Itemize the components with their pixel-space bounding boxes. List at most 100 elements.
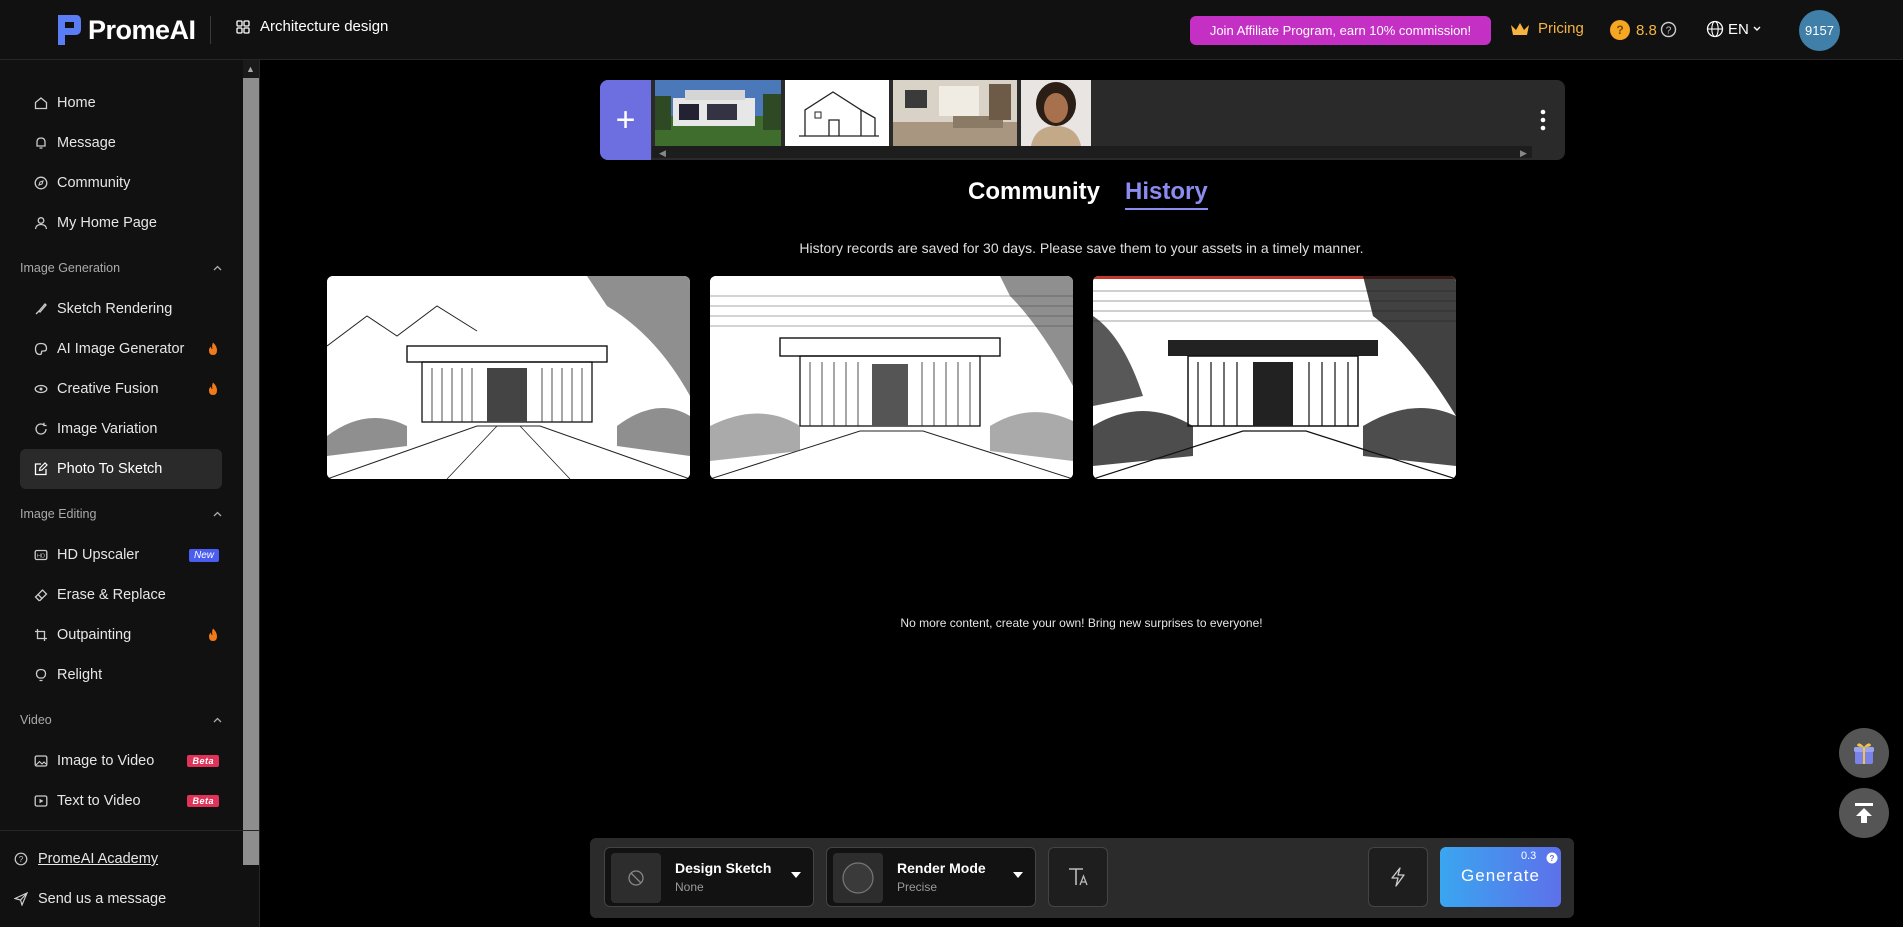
sidebar-item-image-to-video[interactable]: Image to Video Beta <box>20 741 222 781</box>
style-selector[interactable]: Design Sketch None <box>604 847 814 907</box>
cost-help-icon[interactable]: ? <box>1546 852 1558 864</box>
section-title: Image Editing <box>20 507 97 521</box>
style-value: None <box>675 880 704 894</box>
history-notice-text: History records are saved for 30 days. P… <box>799 240 1364 256</box>
chevron-up-icon <box>213 265 222 271</box>
render-mode-value: Precise <box>897 880 938 894</box>
arrow-to-top-icon <box>1855 803 1873 823</box>
sidebar-item-outpainting[interactable]: Outpainting <box>20 615 222 655</box>
compass-icon <box>34 176 48 190</box>
refresh-icon <box>35 422 47 435</box>
section-image-editing[interactable]: Image Editing <box>20 507 222 521</box>
help-icon[interactable]: ? <box>1660 21 1677 38</box>
credits-value: 8.8 <box>1636 21 1657 39</box>
sidebar-item-label: Message <box>57 135 116 151</box>
reference-image-strip: + ◀ ▶ <box>600 80 1565 160</box>
sidebar-item-image-variation[interactable]: Image Variation <box>20 409 222 449</box>
sidebar-item-label: Sketch Rendering <box>57 301 173 317</box>
sidebar-item-text-to-video[interactable]: Text to Video Beta <box>20 781 222 821</box>
bell-icon <box>36 137 46 149</box>
generate-button[interactable]: Generate 0.3 ? <box>1440 847 1561 907</box>
home-icon <box>34 97 48 110</box>
add-image-button[interactable]: + <box>600 80 651 160</box>
tab-history[interactable]: History <box>1125 178 1208 210</box>
sidebar-item-erase-replace[interactable]: Erase & Replace <box>20 575 222 615</box>
svg-text:?: ? <box>19 855 24 864</box>
sidebar-item-creative-fusion[interactable]: Creative Fusion <box>20 369 222 409</box>
crown-icon <box>1511 22 1529 35</box>
text-prompt-button[interactable] <box>1048 847 1108 907</box>
promeai-logo[interactable]: PromeAI <box>54 10 196 50</box>
sidebar-item-my-home-page[interactable]: My Home Page <box>20 203 222 243</box>
fast-mode-button[interactable] <box>1368 847 1428 907</box>
sidebar-item-label: Image to Video <box>57 753 155 769</box>
sketch-image <box>1093 276 1456 479</box>
render-mode-selector[interactable]: Render Mode Precise <box>826 847 1036 907</box>
help-circle-icon: ? <box>14 852 28 866</box>
fire-icon <box>209 342 217 355</box>
user-icon <box>34 217 48 230</box>
language-label: EN <box>1728 20 1749 38</box>
sidebar-item-photo-to-sketch[interactable]: Photo To Sketch <box>20 449 222 489</box>
sidebar-item-community[interactable]: Community <box>20 163 222 203</box>
sidebar-item-ai-image-generator[interactable]: AI Image Generator <box>20 329 222 369</box>
no-more-content-text: No more content, create your own! Bring … <box>900 616 1263 630</box>
scroll-up-arrow-icon[interactable]: ▲ <box>246 64 255 74</box>
hd-icon: HD <box>34 549 48 561</box>
mode-circle-icon <box>842 862 874 894</box>
sketch-image <box>327 276 690 479</box>
sidebar-item-label: Home <box>57 95 96 111</box>
send-message-link[interactable]: Send us a message <box>14 891 166 907</box>
image-icon <box>34 755 48 767</box>
gift-icon <box>1854 743 1874 764</box>
sidebar-item-hd-upscaler[interactable]: HD HD Upscaler New <box>20 535 222 575</box>
scroll-right-icon[interactable]: ▶ <box>1520 148 1527 159</box>
breadcrumb-label: Architecture design <box>260 18 389 35</box>
credits-display[interactable]: ? 8.8 <box>1610 20 1657 40</box>
header-divider <box>210 16 211 44</box>
logo-text: PromeAI <box>88 14 196 45</box>
svg-text:?: ? <box>1550 854 1555 863</box>
affiliate-button[interactable]: Join Affiliate Program, earn 10% commiss… <box>1190 16 1491 45</box>
breadcrumb[interactable]: Architecture design <box>236 18 388 35</box>
fire-icon <box>209 628 217 641</box>
history-card[interactable] <box>710 276 1073 479</box>
sidebar-item-label: AI Image Generator <box>57 341 185 357</box>
sidebar-item-relight[interactable]: Relight <box>20 655 222 695</box>
pricing-link[interactable]: Pricing <box>1510 20 1584 37</box>
no-style-icon <box>628 870 644 886</box>
sidebar-item-label: My Home Page <box>57 215 157 231</box>
section-image-generation[interactable]: Image Generation <box>20 261 222 275</box>
fire-icon <box>209 382 217 395</box>
gift-button[interactable] <box>1839 728 1889 778</box>
history-card[interactable] <box>1093 276 1456 479</box>
svg-text:?: ? <box>1666 26 1672 37</box>
bulb-icon <box>35 668 47 682</box>
more-options-icon[interactable] <box>1540 108 1546 132</box>
sidebar-item-label: Outpainting <box>57 627 132 643</box>
sidebar-item-home[interactable]: Home <box>20 83 222 123</box>
edit-icon <box>34 462 48 476</box>
academy-link[interactable]: ? PromeAI Academy <box>14 851 158 867</box>
section-title: Image Generation <box>20 261 121 275</box>
sidebar-scrollbar-thumb[interactable] <box>243 78 259 865</box>
tab-community[interactable]: Community <box>968 178 1100 210</box>
sidebar-item-message[interactable]: Message <box>20 123 222 163</box>
palette-icon <box>34 342 48 356</box>
avatar[interactable]: 9157 <box>1799 10 1840 51</box>
thumb-living-room[interactable] <box>893 80 1017 146</box>
lightning-icon <box>1391 867 1405 887</box>
scroll-left-icon[interactable]: ◀ <box>659 148 666 159</box>
back-to-top-button[interactable] <box>1839 788 1889 838</box>
thumb-sketch-house[interactable] <box>785 80 889 146</box>
history-card[interactable] <box>327 276 690 479</box>
language-selector[interactable]: EN <box>1706 20 1761 38</box>
sidebar-item-label: Creative Fusion <box>57 381 159 397</box>
thumbnail-scrollbar[interactable] <box>652 146 1532 158</box>
caret-down-icon <box>1013 872 1023 878</box>
sidebar-item-sketch-rendering[interactable]: Sketch Rendering <box>20 289 222 329</box>
section-video[interactable]: Video <box>20 713 222 727</box>
thumb-portrait[interactable] <box>1021 80 1091 146</box>
section-title: Video <box>20 713 52 727</box>
thumb-modern-house[interactable] <box>655 80 781 146</box>
